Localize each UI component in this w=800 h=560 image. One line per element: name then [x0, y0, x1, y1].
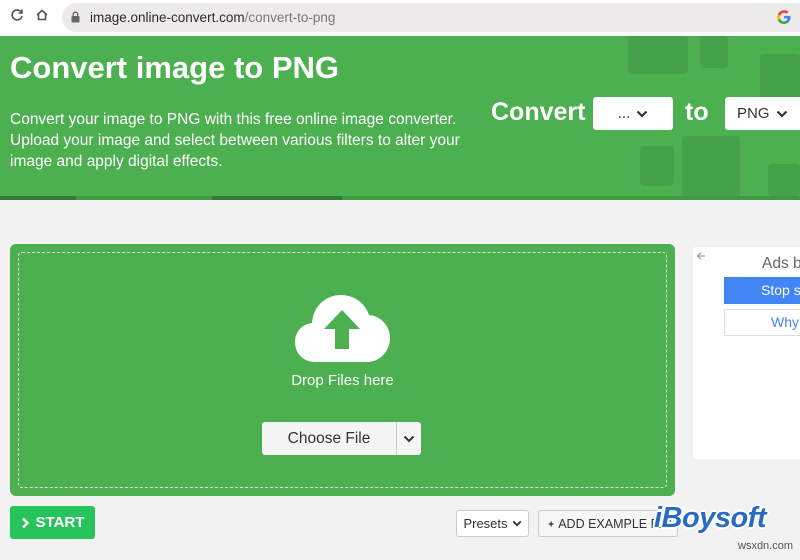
presets-label: Presets	[463, 516, 508, 531]
chevron-down-icon	[636, 110, 648, 118]
address-bar[interactable]: image.online-convert.com/convert-to-png	[62, 3, 800, 32]
chevron-down-icon	[776, 110, 787, 118]
ads-panel: Ads b Stop s Why	[693, 247, 800, 459]
chevron-right-icon	[21, 517, 29, 528]
target-format-value: PNG	[737, 105, 770, 122]
chevron-down-icon	[512, 520, 521, 527]
cloud-upload-icon[interactable]	[293, 292, 391, 364]
hero-progress-track	[0, 196, 800, 200]
page: image.online-convert.com/convert-to-png …	[0, 0, 800, 560]
choose-file-button[interactable]: Choose File	[262, 422, 396, 455]
plus-icon	[548, 521, 554, 526]
chevron-down-icon	[403, 435, 415, 442]
why-this-ad-button[interactable]: Why	[724, 309, 800, 336]
hero-banner: Convert image to PNG Convert your image …	[0, 36, 800, 200]
start-button[interactable]: START	[10, 506, 95, 539]
hero-progress-segment	[0, 196, 76, 200]
background-file-icon	[640, 146, 674, 186]
page-description: Convert your image to PNG with this free…	[10, 111, 460, 170]
background-file-icon	[628, 36, 688, 74]
stop-seeing-ad-button[interactable]: Stop s	[724, 277, 800, 304]
choose-file-dropdown[interactable]	[396, 422, 421, 455]
presets-button[interactable]: Presets	[456, 510, 529, 537]
background-file-icon	[700, 36, 728, 68]
target-format-select[interactable]: PNG	[725, 97, 800, 130]
drop-files-text: Drop Files here	[291, 372, 394, 389]
reload-icon[interactable]	[6, 7, 28, 29]
background-file-icon	[768, 164, 800, 196]
ads-title: Ads b	[762, 255, 800, 272]
google-icon[interactable]	[776, 9, 792, 25]
choose-file-group: Choose File	[262, 422, 421, 455]
upload-dropzone[interactable]: Drop Files here Choose File	[10, 244, 675, 496]
source-format-select[interactable]: ...	[593, 97, 673, 130]
hero-progress-segment	[212, 196, 342, 200]
watermark-site: wsxdn.com	[738, 540, 794, 552]
convert-label: Convert	[491, 98, 586, 126]
to-label: to	[685, 98, 709, 126]
url-path: /convert-to-png	[244, 10, 336, 25]
url-text: image.online-convert.com/convert-to-png	[90, 10, 335, 25]
background-chart-icon	[682, 136, 740, 198]
source-format-value: ...	[617, 105, 631, 122]
watermark-logo: iBoysoft	[654, 502, 767, 534]
page-title: Convert image to PNG	[10, 50, 339, 85]
browser-toolbar: image.online-convert.com/convert-to-png	[0, 0, 800, 36]
url-host: image.online-convert.com	[90, 10, 245, 25]
start-label: START	[35, 514, 85, 531]
home-icon[interactable]	[31, 7, 53, 29]
lock-icon	[71, 11, 80, 23]
back-arrow-icon[interactable]	[696, 250, 706, 264]
